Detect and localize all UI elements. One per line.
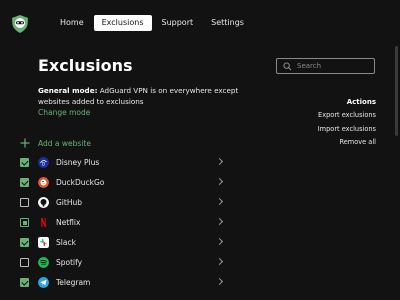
top-navigation-bar: Home Exclusions Support Settings — [0, 0, 400, 44]
exclusion-name: Telegram — [56, 278, 91, 287]
import-exclusions-link[interactable]: Import exclusions — [318, 123, 376, 137]
duckduckgo-icon — [38, 177, 49, 188]
chevron-right-icon[interactable] — [215, 157, 224, 166]
remove-all-link[interactable]: Remove all — [318, 136, 376, 150]
chevron-right-icon[interactable] — [215, 217, 224, 226]
exclusion-checkbox[interactable] — [20, 218, 29, 227]
spotify-icon — [38, 257, 49, 268]
page-title: Exclusions — [38, 56, 133, 75]
actions-panel: Actions Export exclusions Import exclusi… — [318, 96, 376, 150]
nav-exclusions[interactable]: Exclusions — [93, 15, 152, 31]
chevron-right-icon[interactable] — [215, 237, 224, 246]
exclusion-row-slack[interactable]: Slack — [20, 233, 226, 253]
github-icon — [38, 197, 49, 208]
chevron-right-icon[interactable] — [215, 197, 224, 206]
exclusion-checkbox[interactable] — [20, 198, 29, 207]
nav-home[interactable]: Home — [52, 15, 92, 31]
exclusion-checkbox[interactable] — [20, 278, 29, 287]
plus-icon — [20, 138, 30, 148]
page-scrollbar[interactable] — [395, 46, 398, 136]
add-website-button[interactable]: Add a website — [20, 138, 91, 148]
main-nav: Home Exclusions Support Settings — [52, 15, 252, 31]
exclusion-row-netflix[interactable]: Netflix — [20, 213, 226, 233]
exclusion-row-disney-plus[interactable]: D Disney Plus — [20, 153, 226, 173]
search-input[interactable] — [297, 60, 369, 72]
nav-support[interactable]: Support — [154, 15, 202, 31]
exclusion-row-spotify[interactable]: Spotify — [20, 253, 226, 273]
adguard-vpn-logo-icon[interactable] — [12, 15, 28, 33]
actions-heading: Actions — [346, 98, 376, 106]
exclusion-name: Slack — [56, 238, 76, 247]
telegram-icon — [38, 277, 49, 288]
chevron-right-icon[interactable] — [215, 257, 224, 266]
slack-icon — [38, 237, 49, 248]
exclusion-checkbox[interactable] — [20, 178, 29, 187]
netflix-icon — [38, 217, 49, 228]
exclusion-row-telegram[interactable]: Telegram — [20, 273, 226, 293]
exclusion-checkbox[interactable] — [20, 158, 29, 167]
exclusion-row-duckduckgo[interactable]: DuckDuckGo — [20, 173, 226, 193]
search-field[interactable] — [276, 58, 375, 74]
exclusions-list: D Disney Plus DuckDuckGo GitHub Netflix … — [20, 153, 226, 293]
chevron-right-icon[interactable] — [215, 277, 224, 286]
svg-text:D: D — [42, 161, 45, 166]
export-exclusions-link[interactable]: Export exclusions — [318, 109, 376, 123]
search-icon — [283, 62, 292, 71]
chevron-right-icon[interactable] — [215, 177, 224, 186]
add-website-label: Add a website — [38, 138, 91, 148]
exclusion-checkbox[interactable] — [20, 258, 29, 267]
disney-plus-icon: D — [38, 157, 49, 168]
exclusion-name: Netflix — [56, 218, 81, 227]
exclusion-name: DuckDuckGo — [56, 178, 105, 187]
change-mode-link[interactable]: Change mode — [38, 108, 90, 117]
exclusion-checkbox[interactable] — [20, 238, 29, 247]
exclusion-name: Spotify — [56, 258, 83, 267]
exclusion-name: Disney Plus — [56, 158, 100, 167]
nav-settings[interactable]: Settings — [203, 15, 252, 31]
exclusion-row-github[interactable]: GitHub — [20, 193, 226, 213]
mode-label: General mode: — [38, 86, 98, 95]
mode-description: General mode: AdGuard VPN is on everywhe… — [38, 85, 268, 107]
exclusion-name: GitHub — [56, 198, 82, 207]
